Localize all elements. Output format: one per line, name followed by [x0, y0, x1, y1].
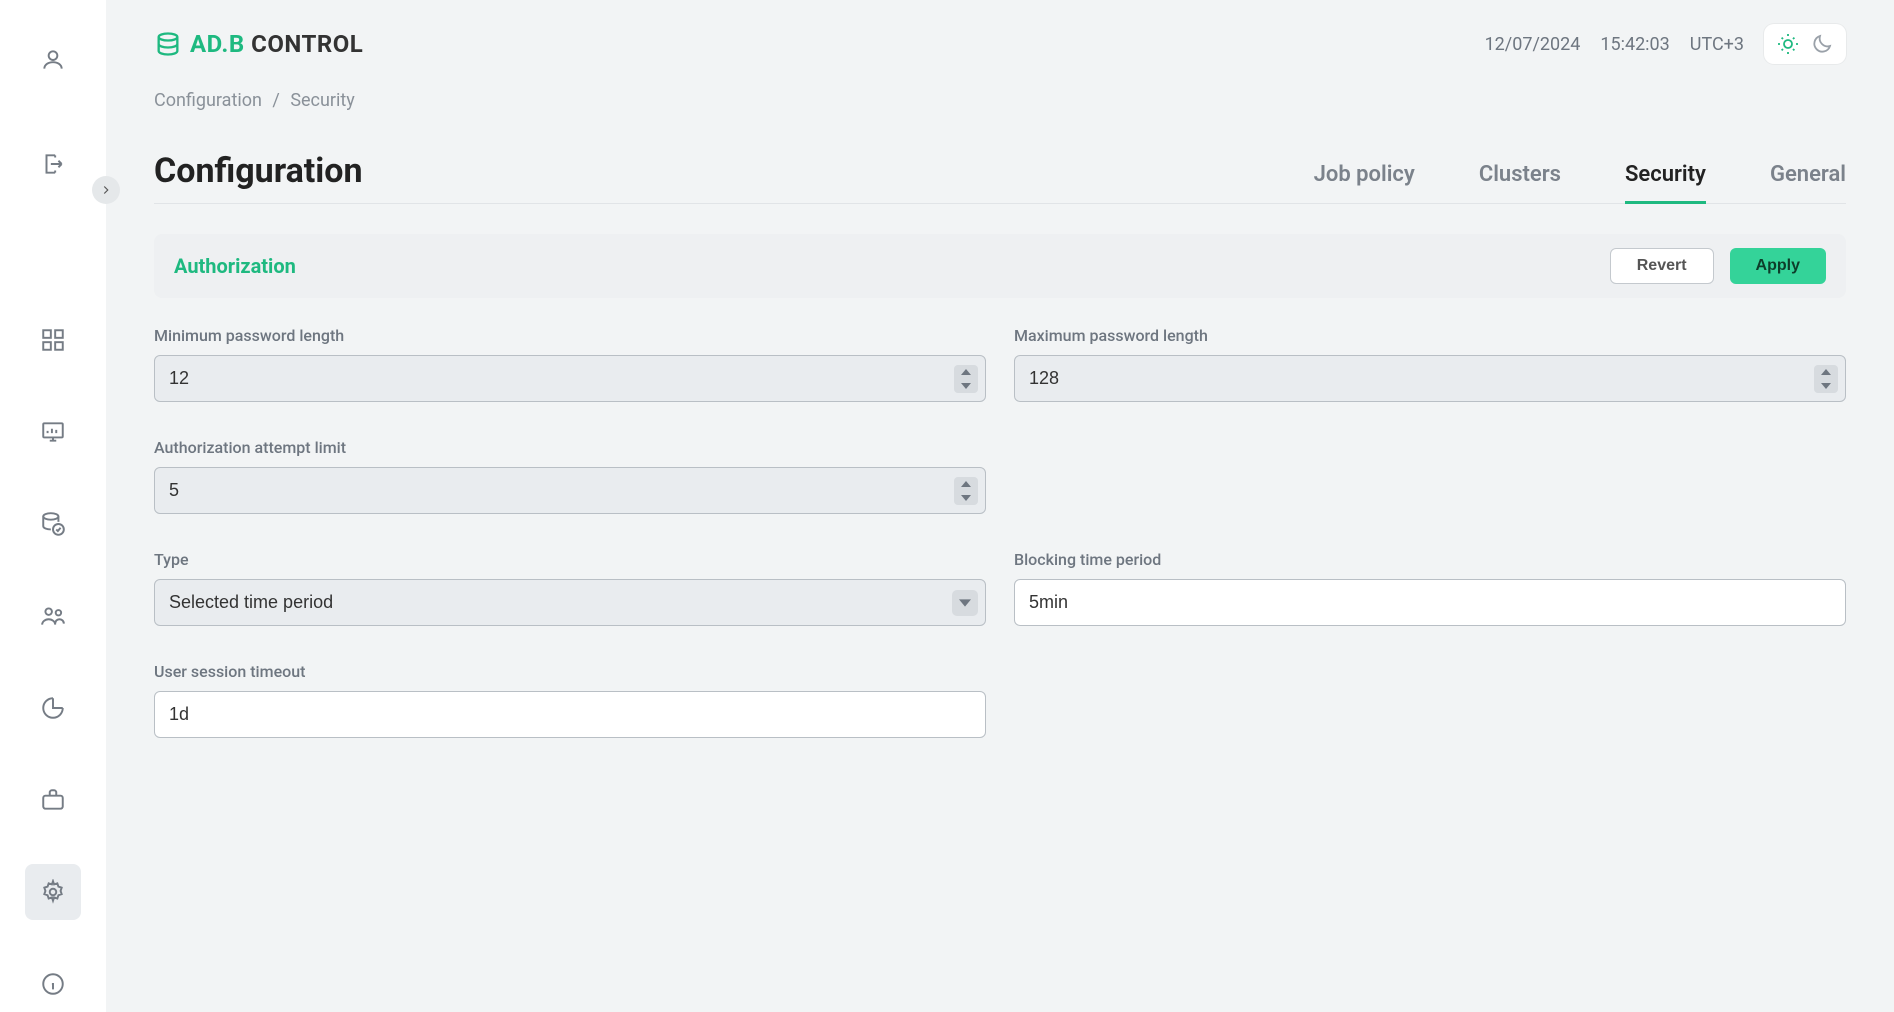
header-date: 12/07/2024 — [1485, 34, 1581, 55]
form-grid: Minimum password length Maximum password… — [154, 326, 1846, 738]
main-content: AD.B CONTROL 12/07/2024 15:42:03 UTC+3 C… — [106, 0, 1894, 1012]
number-spinner[interactable] — [954, 365, 978, 393]
tab-security[interactable]: Security — [1625, 162, 1706, 203]
moon-icon — [1810, 32, 1834, 56]
spinner-up[interactable] — [954, 477, 978, 491]
section-title: Authorization — [174, 254, 296, 278]
sidebar-item-database[interactable] — [25, 496, 81, 552]
header-time: 15:42:03 — [1600, 34, 1669, 55]
gear-icon — [40, 879, 66, 905]
sidebar-item-jobs[interactable] — [25, 772, 81, 828]
database-check-icon — [40, 511, 66, 537]
blocking-period-input[interactable] — [1014, 579, 1846, 626]
apply-button[interactable]: Apply — [1730, 248, 1826, 284]
theme-toggle[interactable] — [1764, 24, 1846, 64]
briefcase-icon — [40, 787, 66, 813]
users-icon — [40, 603, 66, 629]
sidebar-item-monitoring[interactable] — [25, 404, 81, 460]
exit-icon — [40, 151, 66, 177]
revert-button[interactable]: Revert — [1610, 248, 1714, 284]
logo-text: AD.B CONTROL — [190, 30, 363, 58]
monitor-chart-icon — [40, 419, 66, 445]
spinner-down[interactable] — [954, 379, 978, 393]
attempt-limit-input[interactable] — [154, 467, 986, 514]
tab-job-policy[interactable]: Job policy — [1314, 162, 1415, 203]
tabs: Job policy Clusters Security General — [1314, 162, 1846, 203]
field-blocking-period: Blocking time period — [1014, 550, 1846, 626]
tab-general[interactable]: General — [1770, 162, 1846, 203]
number-spinner[interactable] — [1814, 365, 1838, 393]
top-header: AD.B CONTROL 12/07/2024 15:42:03 UTC+3 — [154, 24, 1846, 64]
breadcrumb: Configuration / Security — [154, 90, 1846, 111]
field-label: Authorization attempt limit — [154, 438, 986, 457]
field-label: Minimum password length — [154, 326, 986, 345]
spinner-up[interactable] — [954, 365, 978, 379]
field-label: Type — [154, 550, 986, 569]
pie-chart-icon — [40, 695, 66, 721]
field-min-password-length: Minimum password length — [154, 326, 986, 402]
header-timezone: UTC+3 — [1690, 34, 1744, 55]
spinner-up[interactable] — [1814, 365, 1838, 379]
number-spinner[interactable] — [954, 477, 978, 505]
logo: AD.B CONTROL — [154, 30, 363, 58]
page-title: Configuration — [154, 151, 363, 203]
max-password-input[interactable] — [1014, 355, 1846, 402]
chevron-up-icon — [961, 481, 971, 487]
sidebar-item-info[interactable] — [25, 956, 81, 1012]
field-label: Maximum password length — [1014, 326, 1846, 345]
sidebar-item-profile[interactable] — [25, 32, 81, 88]
sidebar — [0, 0, 106, 1012]
sidebar-item-dashboard[interactable] — [25, 312, 81, 368]
chevron-down-icon — [961, 383, 971, 389]
min-password-input[interactable] — [154, 355, 986, 402]
sidebar-item-users[interactable] — [25, 588, 81, 644]
grid-icon — [40, 327, 66, 353]
field-max-password-length: Maximum password length — [1014, 326, 1846, 402]
field-session-timeout: User session timeout — [154, 662, 986, 738]
spinner-down[interactable] — [954, 491, 978, 505]
user-icon — [40, 47, 66, 73]
field-type: Type — [154, 550, 986, 626]
breadcrumb-current: Security — [290, 90, 354, 111]
chevron-down-icon — [1821, 383, 1831, 389]
logo-icon — [154, 30, 182, 58]
chevron-up-icon — [961, 369, 971, 375]
section-header: Authorization Revert Apply — [154, 234, 1846, 298]
breadcrumb-separator: / — [272, 90, 279, 111]
field-attempt-limit: Authorization attempt limit — [154, 438, 986, 514]
field-label: User session timeout — [154, 662, 986, 681]
tab-clusters[interactable]: Clusters — [1479, 162, 1561, 203]
session-timeout-input[interactable] — [154, 691, 986, 738]
sun-icon — [1776, 32, 1800, 56]
chevron-down-icon — [961, 495, 971, 501]
type-select[interactable] — [154, 579, 986, 626]
breadcrumb-root[interactable]: Configuration — [154, 90, 262, 111]
field-label: Blocking time period — [1014, 550, 1846, 569]
chevron-right-icon — [99, 183, 113, 197]
sidebar-item-settings[interactable] — [25, 864, 81, 920]
spinner-down[interactable] — [1814, 379, 1838, 393]
info-icon — [40, 971, 66, 997]
sidebar-expand-toggle[interactable] — [92, 176, 120, 204]
sidebar-item-reports[interactable] — [25, 680, 81, 736]
sidebar-item-logout[interactable] — [25, 136, 81, 192]
chevron-up-icon — [1821, 369, 1831, 375]
